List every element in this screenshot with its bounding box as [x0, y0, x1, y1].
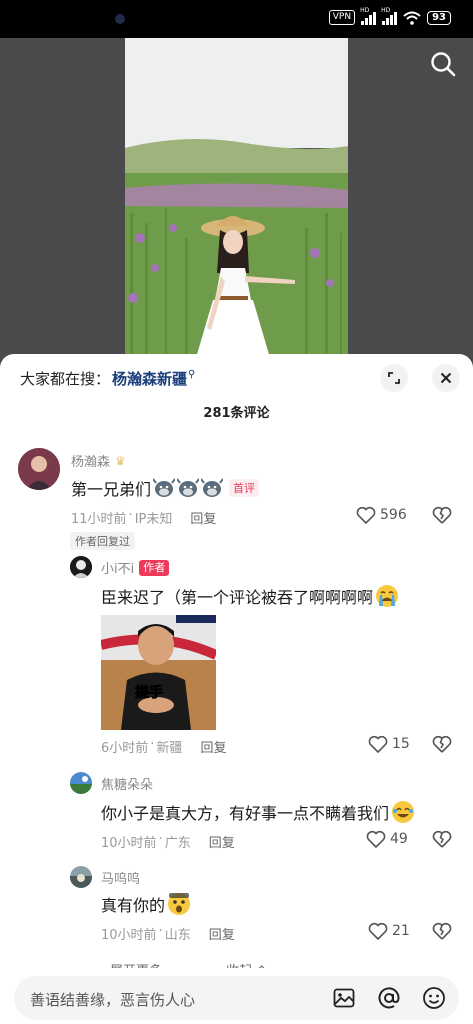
comment-meta: 11小时前 · IP未知 回复: [71, 508, 216, 527]
reply-button[interactable]: 回复: [209, 832, 235, 851]
expand-button[interactable]: [380, 364, 408, 392]
status-icons: VPN HD HD 93: [328, 7, 451, 25]
laugh-cry-emoji-icon: [392, 801, 415, 823]
vpn-indicator: VPN: [328, 10, 356, 25]
video-player[interactable]: [0, 38, 473, 368]
shocked-emoji-icon: [168, 893, 191, 915]
status-bar: VPN HD HD 93: [0, 0, 473, 38]
avatar[interactable]: [70, 772, 92, 794]
verified-crown-icon: ♛: [115, 453, 126, 468]
comment-time: 10小时前: [101, 836, 157, 851]
close-button[interactable]: [432, 364, 460, 392]
reply-button[interactable]: 回复: [190, 508, 216, 527]
hot-search-prefix: 大家都在搜：: [20, 370, 111, 388]
like-button[interactable]: 49: [366, 830, 408, 848]
comment-text: 你小子是真大方，有好事一点不瞒着我们: [101, 800, 415, 824]
comment-input-placeholder: 善语结善缘，恶言伤人心: [30, 991, 196, 1009]
avatar[interactable]: [18, 448, 60, 490]
first-comment-badge: 首评: [229, 479, 260, 497]
broken-heart-icon[interactable]: [432, 506, 452, 524]
wifi-icon: [403, 11, 421, 25]
emoji-icon[interactable]: [422, 986, 446, 1010]
like-count: 596: [380, 507, 407, 523]
comment-time: 10小时前: [101, 928, 157, 943]
search-icon[interactable]: [429, 50, 457, 78]
comment-text: 臣来迟了（第一个评论被吞了啊啊啊啊: [101, 584, 399, 608]
broken-heart-icon[interactable]: [432, 735, 452, 753]
keyword-search-icon: ⚲: [188, 369, 196, 380]
bull-emoji-icon: [177, 478, 200, 497]
comment-location: 山东: [164, 928, 191, 943]
comment-dot: ·: [128, 508, 133, 523]
hot-search-bar[interactable]: 大家都在搜： 杨瀚森新疆 ⚲: [20, 368, 195, 389]
comment-username[interactable]: 小i不i 作者: [101, 558, 170, 577]
comment-time: 11小时前: [71, 512, 127, 527]
at-icon[interactable]: [377, 986, 401, 1010]
like-count: 15: [392, 736, 410, 752]
comment-meta: 6小时前 · 新疆 回复: [101, 737, 226, 756]
like-button[interactable]: 15: [368, 735, 410, 753]
close-icon: [440, 372, 452, 384]
author-badge: 作者: [139, 559, 170, 576]
comment-meta: 10小时前 · 山东 回复: [101, 924, 235, 943]
comment-panel: 大家都在搜： 杨瀚森新疆 ⚲ 281条评论 杨瀚森 ♛ 第一兄弟们 首评 11小…: [0, 354, 473, 1024]
meme-image[interactable]: 搓手: [101, 615, 216, 730]
comment-input[interactable]: 善语结善缘，恶言伤人心: [14, 976, 459, 1020]
like-count: 21: [392, 923, 410, 939]
author-replied-label: 作者回复过: [70, 532, 135, 550]
heart-icon: [368, 735, 388, 753]
avatar[interactable]: [70, 866, 92, 888]
video-letterbox-left: [0, 38, 125, 368]
comment-location: 新疆: [156, 741, 183, 756]
comment-location: 广东: [164, 836, 191, 851]
broken-heart-icon[interactable]: [432, 830, 452, 848]
comment-time: 6小时前: [101, 741, 149, 756]
avatar[interactable]: [70, 556, 92, 578]
camera-dot: [115, 14, 125, 24]
battery-indicator: 93: [427, 10, 451, 25]
heart-icon: [366, 830, 386, 848]
comment-username[interactable]: 马呜呜: [101, 868, 140, 887]
signal-icon-2: HD: [381, 7, 398, 25]
comment-input-bar: 善语结善缘，恶言伤人心: [0, 968, 473, 1024]
reply-button[interactable]: 回复: [200, 737, 226, 756]
like-button[interactable]: 596: [356, 506, 407, 524]
heart-icon: [356, 506, 376, 524]
comment-text: 第一兄弟们 首评: [71, 476, 260, 500]
crying-emoji-icon: [376, 585, 399, 607]
bull-emoji-icon: [201, 478, 224, 497]
hot-search-keyword[interactable]: 杨瀚森新疆: [112, 368, 187, 389]
comment-count: 281条评论: [203, 406, 270, 421]
bull-emoji-icon: [153, 478, 176, 497]
comment-meta: 10小时前 · 广东 回复: [101, 832, 235, 851]
video-letterbox-right: [348, 38, 473, 368]
comment-dot: ·: [150, 737, 155, 752]
like-count: 49: [390, 831, 408, 847]
comment-dot: ·: [158, 832, 163, 847]
comment-username[interactable]: 焦糖朵朵: [101, 774, 153, 793]
comment-username[interactable]: 杨瀚森 ♛: [71, 451, 126, 471]
signal-icon: HD: [360, 7, 377, 25]
meme-caption: 搓手: [135, 684, 163, 701]
reply-button[interactable]: 回复: [209, 924, 235, 943]
image-icon[interactable]: [332, 986, 356, 1010]
comment-dot: ·: [158, 924, 163, 939]
like-button[interactable]: 21: [368, 922, 410, 940]
video-frame: [125, 38, 348, 368]
broken-heart-icon[interactable]: [432, 922, 452, 940]
comment-text: 真有你的: [101, 892, 191, 916]
expand-icon: [388, 372, 400, 384]
comment-location: IP未知: [134, 512, 173, 527]
heart-icon: [368, 922, 388, 940]
